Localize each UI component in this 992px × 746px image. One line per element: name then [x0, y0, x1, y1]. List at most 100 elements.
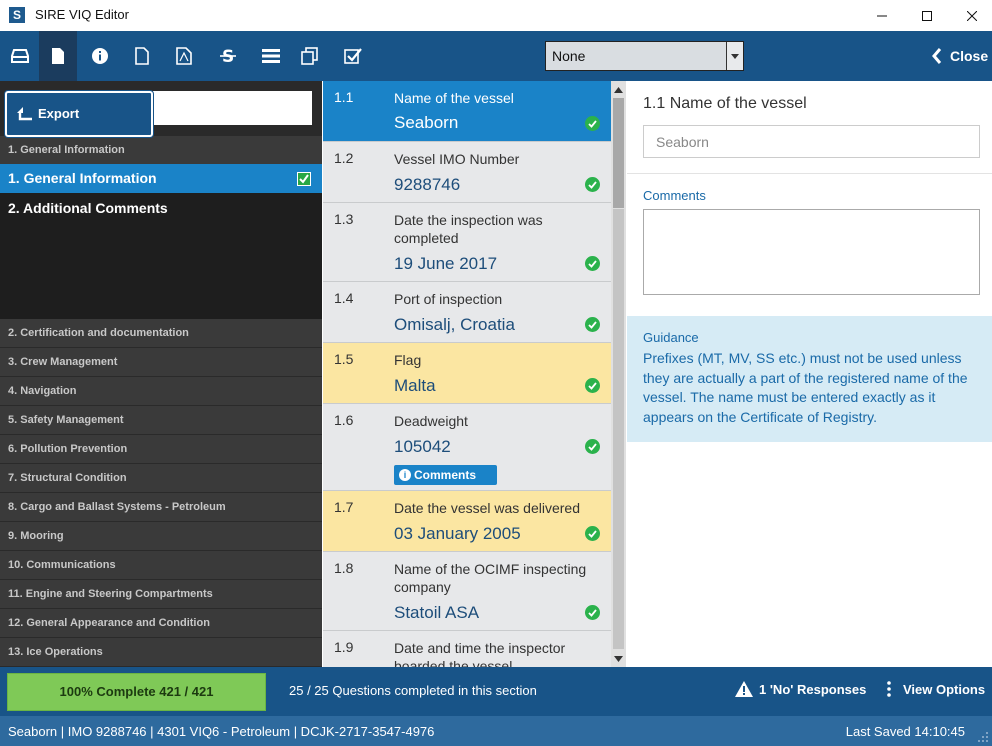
- category-header-general[interactable]: 1. General Information: [0, 136, 322, 165]
- pdf-button[interactable]: [165, 31, 203, 81]
- info-icon: i: [399, 469, 411, 481]
- question-row-1-9[interactable]: 1.9 Date and time the inspector boarded …: [323, 631, 611, 667]
- app-logo: S: [9, 7, 25, 23]
- question-list-scrollbar[interactable]: [611, 81, 626, 667]
- question-answer: Malta: [394, 376, 436, 395]
- detail-title: 1.1 Name of the vessel: [643, 95, 807, 112]
- category-item[interactable]: 3. Crew Management: [0, 348, 322, 377]
- category-item[interactable]: 12. General Appearance and Condition: [0, 609, 322, 638]
- overall-progress-bar: 100% Complete 421 / 421: [7, 673, 266, 711]
- guidance-label: Guidance: [643, 330, 699, 345]
- maximize-button[interactable]: [904, 0, 950, 31]
- section-select-value: None: [552, 48, 586, 64]
- scroll-up-button[interactable]: [611, 81, 626, 98]
- check-circle-icon: [585, 317, 600, 332]
- footer-bar: Seaborn | IMO 9288746 | 4301 VIQ6 - Petr…: [0, 716, 992, 746]
- question-answer: 03 January 2005: [394, 524, 521, 543]
- question-row-1-4[interactable]: 1.4 Port of inspection Omisalj, Croatia: [323, 282, 611, 343]
- window-title: SIRE VIQ Editor: [35, 7, 129, 22]
- category-item[interactable]: 9. Mooring: [0, 522, 322, 551]
- question-row-1-6[interactable]: 1.6 Deadweight 105042 i Comments: [323, 404, 611, 491]
- blank-page-button[interactable]: [123, 31, 161, 81]
- question-number: 1.5: [334, 351, 354, 367]
- list-icon: [262, 49, 280, 63]
- check-circle-icon: [585, 605, 600, 620]
- inbox-button[interactable]: [1, 31, 39, 81]
- copy-button[interactable]: [291, 31, 329, 81]
- question-row-1-5[interactable]: 1.5 Flag Malta: [323, 343, 611, 404]
- question-row-1-1[interactable]: 1.1 Name of the vessel Seaborn: [323, 81, 611, 142]
- answer-input[interactable]: Seaborn: [643, 125, 980, 158]
- minimize-button[interactable]: [859, 0, 905, 31]
- check-circle-icon: [585, 378, 600, 393]
- export-tooltip[interactable]: Export: [5, 91, 153, 137]
- question-answer: 9288746: [394, 175, 461, 194]
- scroll-down-button[interactable]: [611, 650, 626, 667]
- page-icon: [135, 47, 149, 65]
- divider: [627, 173, 992, 174]
- comments-textarea[interactable]: [643, 209, 980, 295]
- chevron-left-icon: [932, 48, 942, 64]
- list-button[interactable]: [252, 31, 290, 81]
- category-item[interactable]: 4. Navigation: [0, 377, 322, 406]
- check-circle-icon: [585, 177, 600, 192]
- category-item[interactable]: 13. Ice Operations: [0, 638, 322, 667]
- category-item[interactable]: 2. Certification and documentation: [0, 319, 322, 348]
- category-item[interactable]: 6. Pollution Prevention: [0, 435, 322, 464]
- question-detail-panel: 1.1 Name of the vessel Seaborn Comments …: [627, 81, 992, 667]
- close-button[interactable]: Close: [932, 46, 988, 66]
- question-number: 1.3: [334, 211, 354, 227]
- info-button[interactable]: [81, 31, 119, 81]
- question-list: 1.1 Name of the vessel Seaborn 1.2 Vesse…: [323, 81, 611, 667]
- more-vertical-icon: [887, 681, 891, 697]
- title-bar: S SIRE VIQ Editor: [0, 0, 992, 31]
- category-item[interactable]: 5. Safety Management: [0, 406, 322, 435]
- question-number: 1.9: [334, 639, 354, 655]
- strikethrough-icon: S: [220, 47, 236, 65]
- question-text: Date the inspection was completed: [394, 212, 543, 246]
- guidance-box: Guidance Prefixes (MT, MV, SS etc.) must…: [627, 316, 992, 442]
- scroll-thumb[interactable]: [613, 98, 624, 208]
- close-window-button[interactable]: [949, 0, 992, 31]
- question-number: 1.2: [334, 150, 354, 166]
- question-answer: 105042: [394, 437, 451, 456]
- question-number: 1.8: [334, 560, 354, 576]
- question-number: 1.1: [334, 89, 354, 105]
- document-icon: [52, 48, 64, 64]
- inbox-icon: [11, 49, 29, 63]
- resize-grip-icon[interactable]: [977, 731, 989, 743]
- toolbar: S None Close: [0, 31, 992, 81]
- no-responses-label: 1 'No' Responses: [759, 681, 867, 697]
- question-answer: Statoil ASA: [394, 603, 480, 622]
- category-item[interactable]: 7. Structural Condition: [0, 464, 322, 493]
- subsection-label: 2. Additional Comments: [8, 200, 168, 216]
- question-text: Date the vessel was delivered: [394, 500, 580, 516]
- question-row-1-3[interactable]: 1.3 Date the inspection was completed 19…: [323, 203, 611, 282]
- search-input[interactable]: [150, 91, 312, 125]
- section-select[interactable]: None: [545, 41, 744, 71]
- guidance-text: Prefixes (MT, MV, SS etc.) must not be u…: [643, 350, 968, 425]
- category-item[interactable]: 11. Engine and Steering Compartments: [0, 580, 322, 609]
- category-item[interactable]: 10. Communications: [0, 551, 322, 580]
- question-row-1-7[interactable]: 1.7 Date the vessel was delivered 03 Jan…: [323, 491, 611, 552]
- view-options-button[interactable]: View Options: [887, 681, 985, 697]
- category-item[interactable]: 8. Cargo and Ballast Systems - Petroleum: [0, 493, 322, 522]
- subsection-item-additional-comments[interactable]: 2. Additional Comments: [0, 194, 322, 223]
- arrow-down-icon: [614, 655, 623, 662]
- no-responses-button[interactable]: 1 'No' Responses: [735, 681, 866, 697]
- question-row-1-2[interactable]: 1.2 Vessel IMO Number 9288746: [323, 142, 611, 203]
- comments-badge[interactable]: i Comments: [394, 465, 497, 485]
- subsection-item-general-information[interactable]: 1. General Information: [0, 164, 322, 193]
- warning-icon: [735, 681, 753, 697]
- strikethrough-button[interactable]: S: [209, 31, 247, 81]
- question-number: 1.6: [334, 412, 354, 428]
- question-row-1-8[interactable]: 1.8 Name of the OCIMF inspecting company…: [323, 552, 611, 631]
- checkbox-icon: [344, 48, 362, 64]
- question-text: Port of inspection: [394, 291, 503, 307]
- scroll-track[interactable]: [613, 209, 624, 649]
- info-icon: [92, 48, 108, 64]
- checklist-button[interactable]: [334, 31, 372, 81]
- checkbox-checked-icon: [297, 172, 311, 186]
- check-circle-icon: [585, 439, 600, 454]
- document-button[interactable]: [39, 31, 77, 81]
